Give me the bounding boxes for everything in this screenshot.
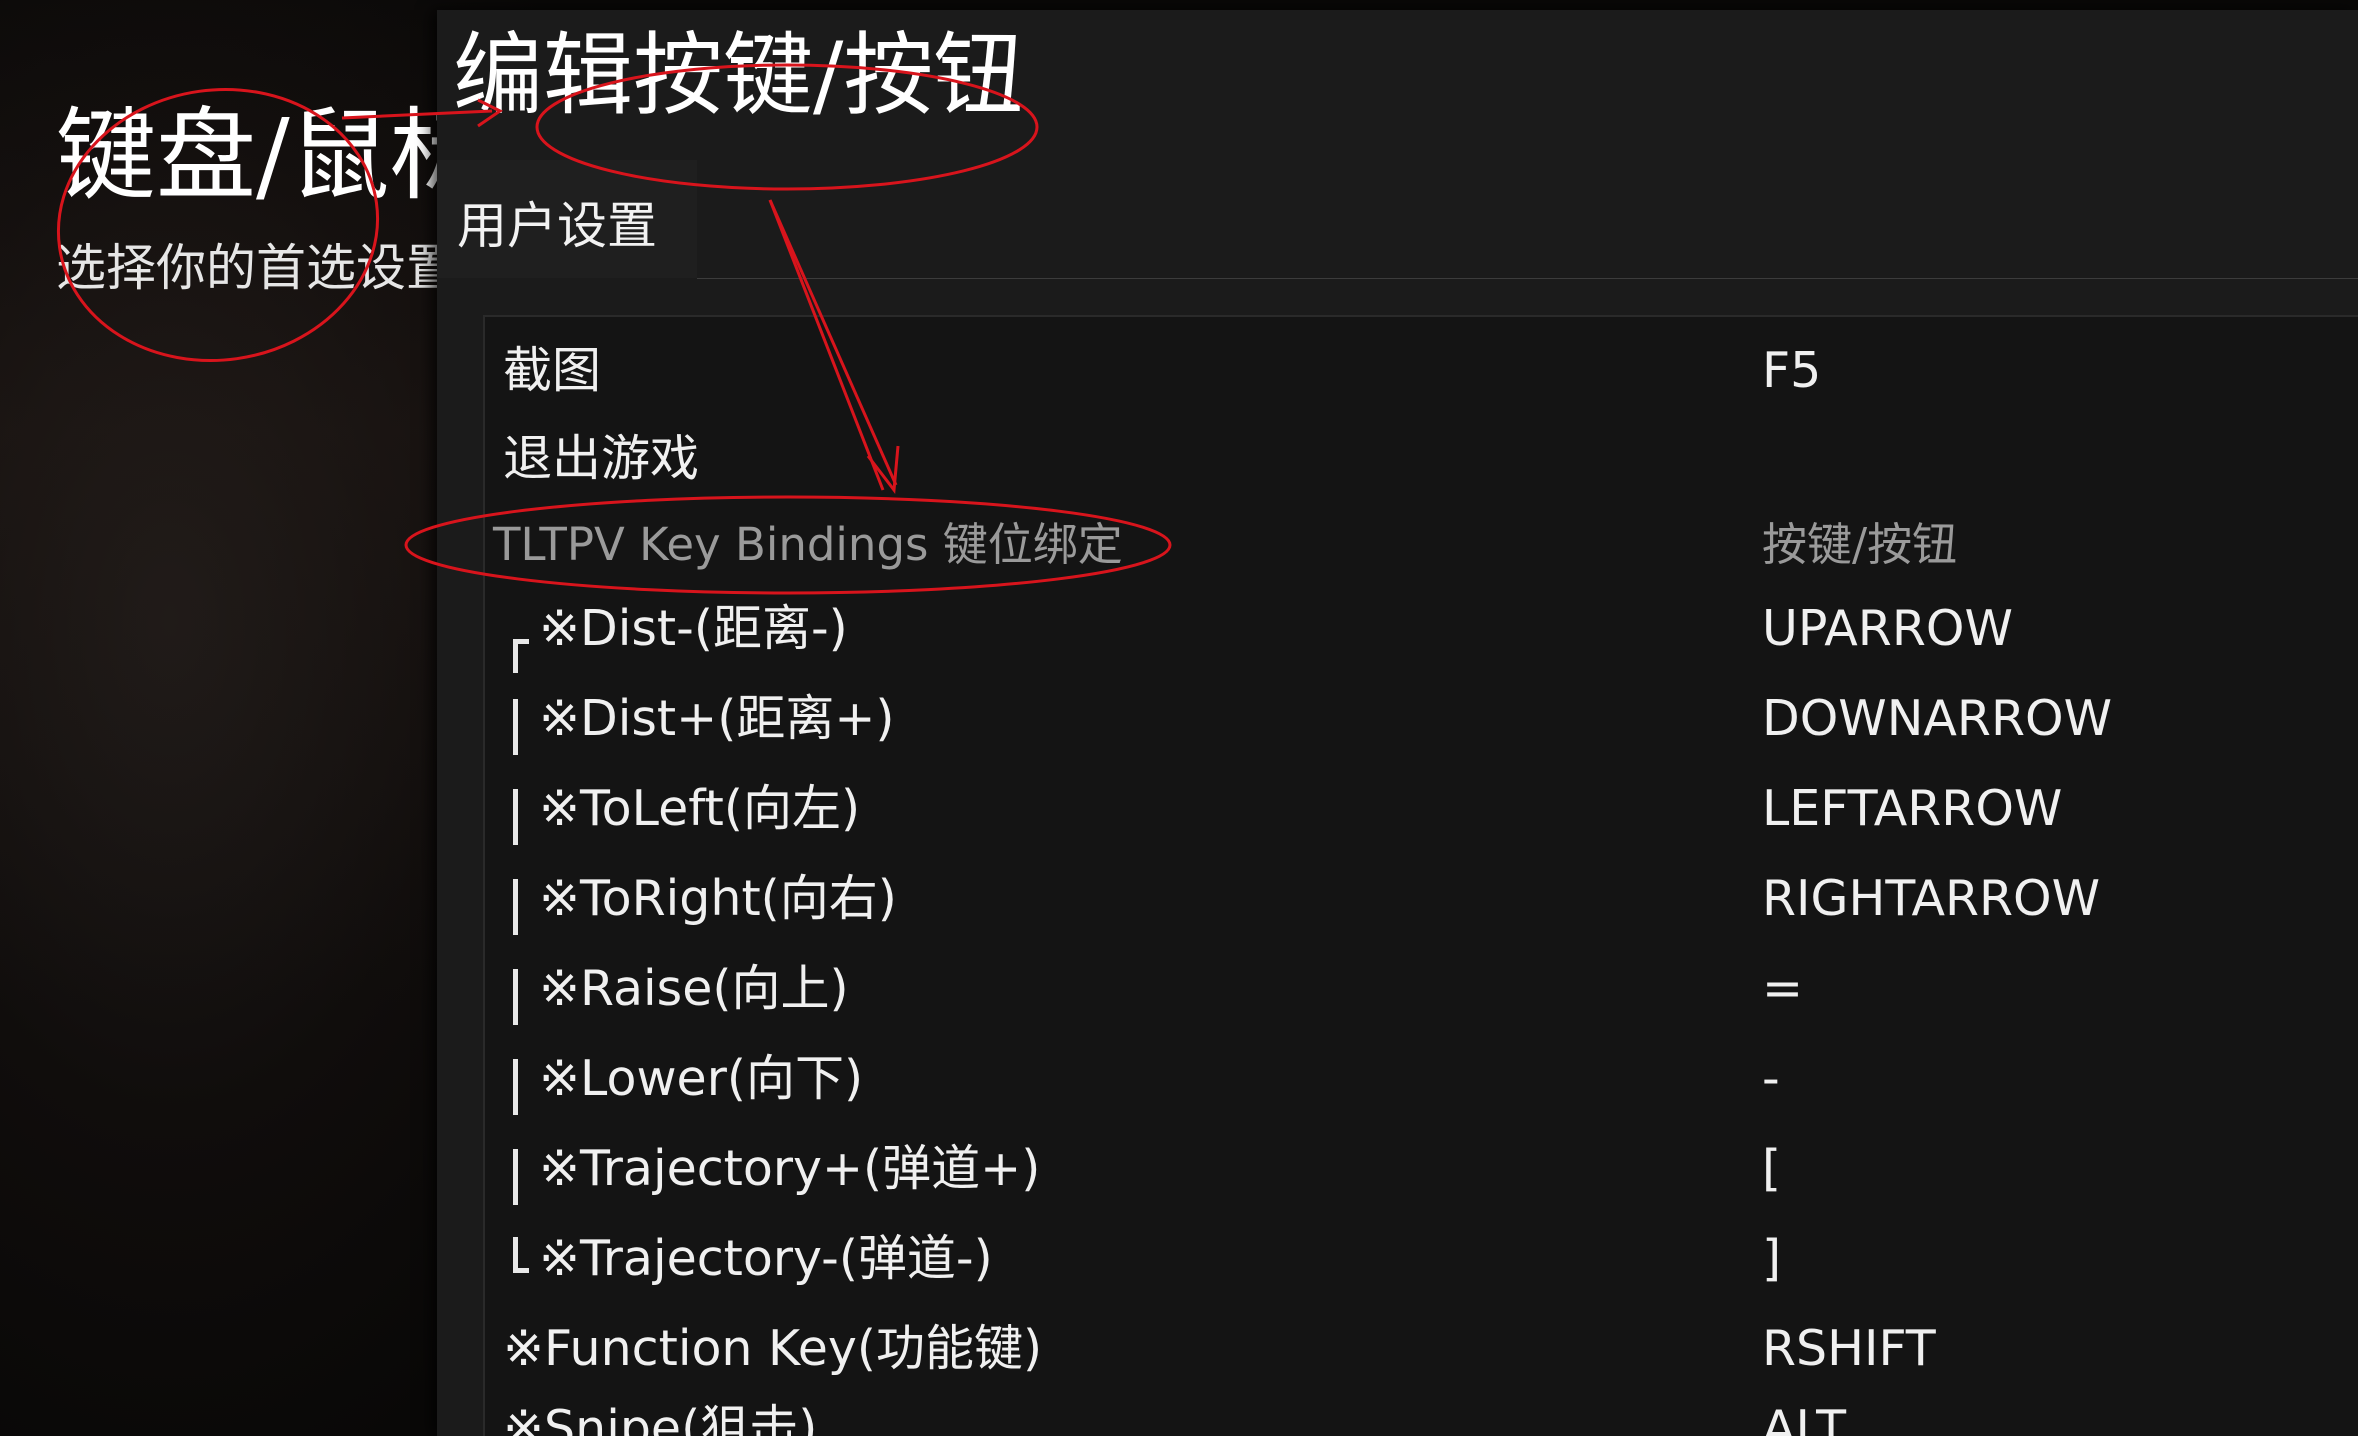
game-settings-screen: 键盘/鼠标 选择你的首选设置 编辑按键/按钮 用户设置 截图 F5 退出游戏 T… (0, 0, 2358, 1436)
binding-row-raise[interactable]: ※Raise(向上) = (485, 945, 2358, 1033)
tree-line (513, 945, 529, 1033)
binding-label: ※Trajectory-(弹道-) (539, 1230, 993, 1287)
binding-label: 退出游戏 (503, 430, 700, 487)
section-header-column: 按键/按钮 (1762, 518, 1958, 571)
binding-key: F5 (1762, 342, 1822, 399)
binding-row-dist-minus[interactable]: ※Dist-(距离-) UPARROW (485, 585, 2358, 673)
binding-label: ※Trajectory+(弹道+) (539, 1140, 1041, 1197)
binding-label: ※Dist+(距离+) (539, 690, 895, 747)
tab-divider (697, 278, 2358, 279)
key-binding-list: 截图 F5 退出游戏 TLTPV Key Bindings 键位绑定 按键/按钮… (483, 315, 2358, 1436)
binding-label: ※Snipe(狙击) (503, 1400, 818, 1436)
binding-label: ※Function Key(功能键) (503, 1320, 1043, 1377)
binding-row-screenshot[interactable]: 截图 F5 (485, 327, 2358, 415)
tree-line (513, 1125, 529, 1213)
tree-line (513, 675, 529, 763)
binding-label: ※ToLeft(向左) (539, 780, 861, 837)
tab-user-settings[interactable]: 用户设置 (437, 160, 697, 278)
binding-row-quit-game[interactable]: 退出游戏 (485, 415, 2358, 503)
tab-user-settings-label: 用户设置 (457, 197, 657, 255)
tree-corner-bottom (513, 1215, 529, 1303)
binding-row-trajectory-minus[interactable]: ※Trajectory-(弹道-) ] (485, 1215, 2358, 1303)
binding-label: ※Raise(向上) (539, 960, 849, 1017)
section-header-label: TLTPV Key Bindings 键位绑定 (493, 518, 1123, 571)
section-header-tltpv: TLTPV Key Bindings 键位绑定 按键/按钮 (485, 507, 2358, 583)
binding-label: ※ToRight(向右) (539, 870, 897, 927)
binding-key: UPARROW (1762, 600, 2013, 657)
tree-line (513, 765, 529, 853)
binding-label: ※Lower(向下) (539, 1050, 864, 1107)
binding-row-snipe[interactable]: ※Snipe(狙击) ALT (485, 1385, 2358, 1436)
binding-key: [ (1762, 1140, 1782, 1197)
binding-row-trajectory-plus[interactable]: ※Trajectory+(弹道+) [ (485, 1125, 2358, 1213)
dialog-title: 编辑按键/按钮 (453, 23, 1024, 128)
binding-row-dist-plus[interactable]: ※Dist+(距离+) DOWNARROW (485, 675, 2358, 763)
tree-line (513, 1035, 529, 1123)
binding-label: ※Dist-(距离-) (539, 600, 848, 657)
binding-key: LEFTARROW (1762, 780, 2063, 837)
binding-row-to-right[interactable]: ※ToRight(向右) RIGHTARROW (485, 855, 2358, 943)
keyboard-mouse-title: 键盘/鼠标 (56, 97, 490, 214)
binding-label: 截图 (503, 342, 602, 399)
dialog-tab-bar: 用户设置 (437, 160, 2358, 279)
binding-row-function-key[interactable]: ※Function Key(功能键) RSHIFT (485, 1305, 2358, 1393)
binding-key: ALT (1762, 1400, 1847, 1436)
binding-key: RIGHTARROW (1762, 870, 2101, 927)
binding-row-to-left[interactable]: ※ToLeft(向左) LEFTARROW (485, 765, 2358, 853)
keyboard-mouse-subtitle: 选择你的首选设置 (56, 239, 456, 297)
tree-corner-top (513, 585, 529, 673)
binding-row-lower[interactable]: ※Lower(向下) - (485, 1035, 2358, 1123)
binding-key: = (1762, 960, 1804, 1017)
binding-key: DOWNARROW (1762, 690, 2113, 747)
binding-key: RSHIFT (1762, 1320, 1936, 1377)
binding-key: - (1762, 1050, 1780, 1107)
edit-bindings-dialog: 编辑按键/按钮 用户设置 截图 F5 退出游戏 TLTPV Key Bindin… (437, 10, 2358, 1436)
binding-key: ] (1762, 1230, 1782, 1287)
tree-line (513, 855, 529, 943)
